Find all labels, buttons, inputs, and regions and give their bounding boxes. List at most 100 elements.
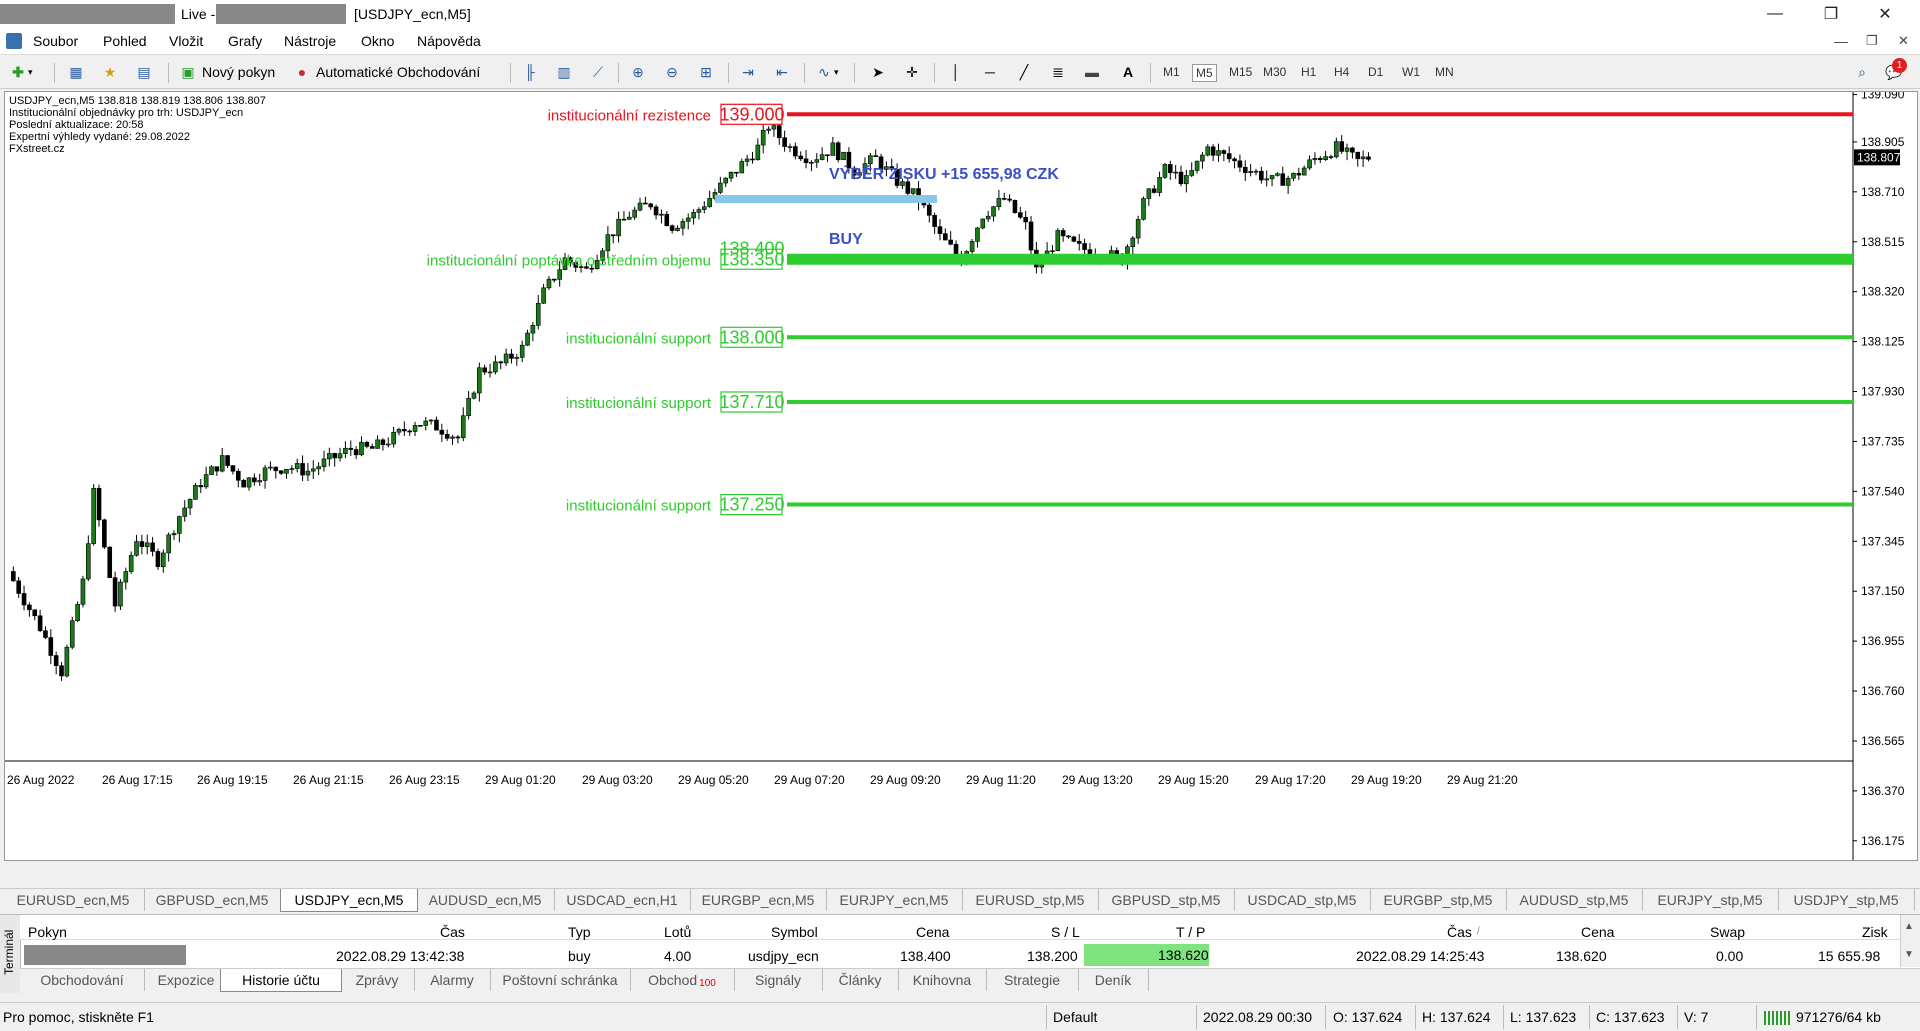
close-button[interactable]: ✕ <box>1862 0 1908 28</box>
terminal-tab[interactable]: Obchod 100 <box>630 969 735 991</box>
terminal-tab[interactable]: Strategie <box>986 969 1079 991</box>
cursor-button[interactable]: ➤ <box>868 62 888 82</box>
chart-tab[interactable]: USDCAD_stp,M5 <box>1234 889 1371 911</box>
chart-tab[interactable]: EURGBP_stp,M5 <box>1370 889 1507 911</box>
text-button[interactable]: A <box>1118 62 1138 82</box>
col-cas-close[interactable]: Čas <box>1447 924 1472 940</box>
col-zisk[interactable]: Zisk <box>1862 924 1888 940</box>
trendline-button[interactable]: ╱ <box>1014 62 1034 82</box>
timeframe-m1[interactable]: M1 <box>1160 64 1183 80</box>
chart-window[interactable]: 139.090 138.905 138.710 138.515 138.320 138.1… <box>4 91 1918 861</box>
terminal-side-label[interactable]: Terminál <box>0 915 21 993</box>
notifications-button[interactable]: 💬1 <box>1884 58 1907 82</box>
zoom-out-button[interactable]: ⊖ <box>662 62 682 82</box>
chart-shift-button[interactable]: ⇤ <box>772 62 792 82</box>
menu-okno[interactable]: Okno <box>361 33 394 49</box>
candle-body <box>1232 158 1237 162</box>
timeframe-mn[interactable]: MN <box>1432 64 1457 80</box>
terminal-tab[interactable]: Poštovní schránka <box>490 969 631 991</box>
new-order-button[interactable]: ▣ Nový pokyn <box>178 62 275 82</box>
line-chart-button[interactable]: ⟋ <box>588 62 608 82</box>
menu-soubor[interactable]: Soubor <box>33 33 78 49</box>
new-chart-button[interactable]: ✚ ▾ <box>8 62 32 82</box>
toolbar-separator <box>934 63 935 83</box>
menu-napoveda[interactable]: Nápověda <box>417 33 481 49</box>
chart-tab[interactable]: GBPUSD_stp,M5 <box>1098 889 1235 911</box>
terminal-tab[interactable]: Expozice <box>144 969 229 991</box>
candle-body <box>144 542 150 547</box>
candle-body <box>487 371 493 374</box>
chart-tab[interactable]: AUDUSD_ecn,M5 <box>416 889 555 911</box>
chart-tab[interactable]: USDCAD_ecn,H1 <box>554 889 691 911</box>
restore-button[interactable]: ❐ <box>1808 0 1854 28</box>
col-swap[interactable]: Swap <box>1710 924 1745 940</box>
auto-trading-icon: ● <box>297 64 307 80</box>
terminal-tab[interactable]: Obchodování <box>20 969 145 991</box>
candle-chart-button[interactable]: ▥ <box>554 62 574 82</box>
col-symbol[interactable]: Symbol <box>771 924 818 940</box>
terminal-tab[interactable]: Články <box>822 969 899 991</box>
col-pokyn[interactable]: Pokyn <box>28 924 67 940</box>
menu-pohled[interactable]: Pohled <box>103 33 147 49</box>
favorites-button[interactable]: ★ <box>100 62 120 82</box>
terminal-tab[interactable]: Alarmy <box>414 969 491 991</box>
chart-tab[interactable]: EURGBP_ecn,M5 <box>690 889 827 911</box>
terminal-tab[interactable]: Knihovna <box>898 969 987 991</box>
chart-tab[interactable]: EURUSD_ecn,M5 <box>2 889 145 911</box>
indicators-button[interactable]: ∿ ▾ <box>814 62 838 82</box>
menu-grafy[interactable]: Grafy <box>228 33 262 49</box>
timeframe-h4[interactable]: H4 <box>1331 64 1352 80</box>
terminal-tab[interactable]: Zprávy <box>340 969 415 991</box>
chart-tab[interactable]: AUDUSD_stp,M5 <box>1506 889 1643 911</box>
col-lotu[interactable]: Lotů <box>664 924 691 940</box>
vertical-line-button[interactable]: │ <box>946 62 966 82</box>
chart-tab[interactable]: EURUSD_stp,M5 <box>962 889 1099 911</box>
auto-scroll-button[interactable]: ⇥ <box>738 62 758 82</box>
chart-tab[interactable]: EURJPY_ecn,M5 <box>826 889 963 911</box>
navigator-button[interactable]: ▤ <box>134 62 154 82</box>
col-typ[interactable]: Typ <box>568 924 591 940</box>
col-sl[interactable]: S / L <box>1051 924 1080 940</box>
tile-windows-button[interactable]: ⊞ <box>696 62 716 82</box>
scroll-up-icon[interactable]: ▲ <box>1904 921 1914 932</box>
timeframe-m5[interactable]: M5 <box>1192 64 1217 82</box>
timeframe-m30[interactable]: M30 <box>1260 64 1289 80</box>
candle-body <box>696 209 702 213</box>
menu-vlozit[interactable]: Vložit <box>169 33 203 49</box>
col-cena[interactable]: Cena <box>916 924 949 940</box>
terminal-tab[interactable]: Signály <box>734 969 823 991</box>
minimize-button[interactable]: — <box>1752 0 1798 28</box>
timeframe-h1[interactable]: H1 <box>1298 64 1319 80</box>
timeframe-d1[interactable]: D1 <box>1365 64 1386 80</box>
col-cena-close[interactable]: Cena <box>1581 924 1614 940</box>
chart-tab[interactable]: USDJPY_ecn,M5 <box>280 889 418 912</box>
col-tp[interactable]: T / P <box>1176 924 1205 940</box>
horizontal-line-button[interactable]: ─ <box>980 62 1000 82</box>
chart-tab[interactable]: GBPUSD_ecn,M5 <box>144 889 281 911</box>
fibonacci-button[interactable]: ≣ <box>1048 62 1068 82</box>
chart-tab[interactable]: USDJPY_stp,M5 <box>1778 889 1915 911</box>
menu-nastroje[interactable]: Nástroje <box>284 33 336 49</box>
mdi-minimize-icon[interactable]: — <box>1834 33 1848 49</box>
timeframe-m15[interactable]: M15 <box>1226 64 1255 80</box>
crosshair-button[interactable]: ✛ <box>902 62 922 82</box>
zoom-in-button[interactable]: ⊕ <box>628 62 648 82</box>
price-chart[interactable]: 139.090 138.905 138.710 138.515 138.320 138.1… <box>5 92 1917 860</box>
col-cas[interactable]: Čas <box>440 924 465 940</box>
terminal-tab[interactable]: Deník <box>1078 969 1149 991</box>
rectangle-button[interactable]: ▬ <box>1082 62 1102 82</box>
status-profile[interactable]: Default <box>1053 1009 1097 1025</box>
mdi-close-icon[interactable]: ✕ <box>1898 33 1909 49</box>
toolbar-separator <box>510 63 511 83</box>
auto-trading-button[interactable]: ● Automatické Obchodování <box>292 62 480 82</box>
auto-scroll-icon: ⇥ <box>742 63 754 80</box>
timeframe-w1[interactable]: W1 <box>1399 64 1423 80</box>
bar-chart-button[interactable]: ╟ <box>520 62 540 82</box>
mdi-restore-icon[interactable]: ❐ <box>1866 33 1878 49</box>
search-button[interactable]: ⌕ <box>1852 62 1872 82</box>
terminal-tab[interactable]: Historie účtu <box>220 969 342 992</box>
candle-body <box>477 367 482 394</box>
scroll-down-icon[interactable]: ▼ <box>1904 949 1914 960</box>
market-watch-button[interactable]: ▦ <box>66 62 86 82</box>
chart-tab[interactable]: EURJPY_stp,M5 <box>1642 889 1779 911</box>
